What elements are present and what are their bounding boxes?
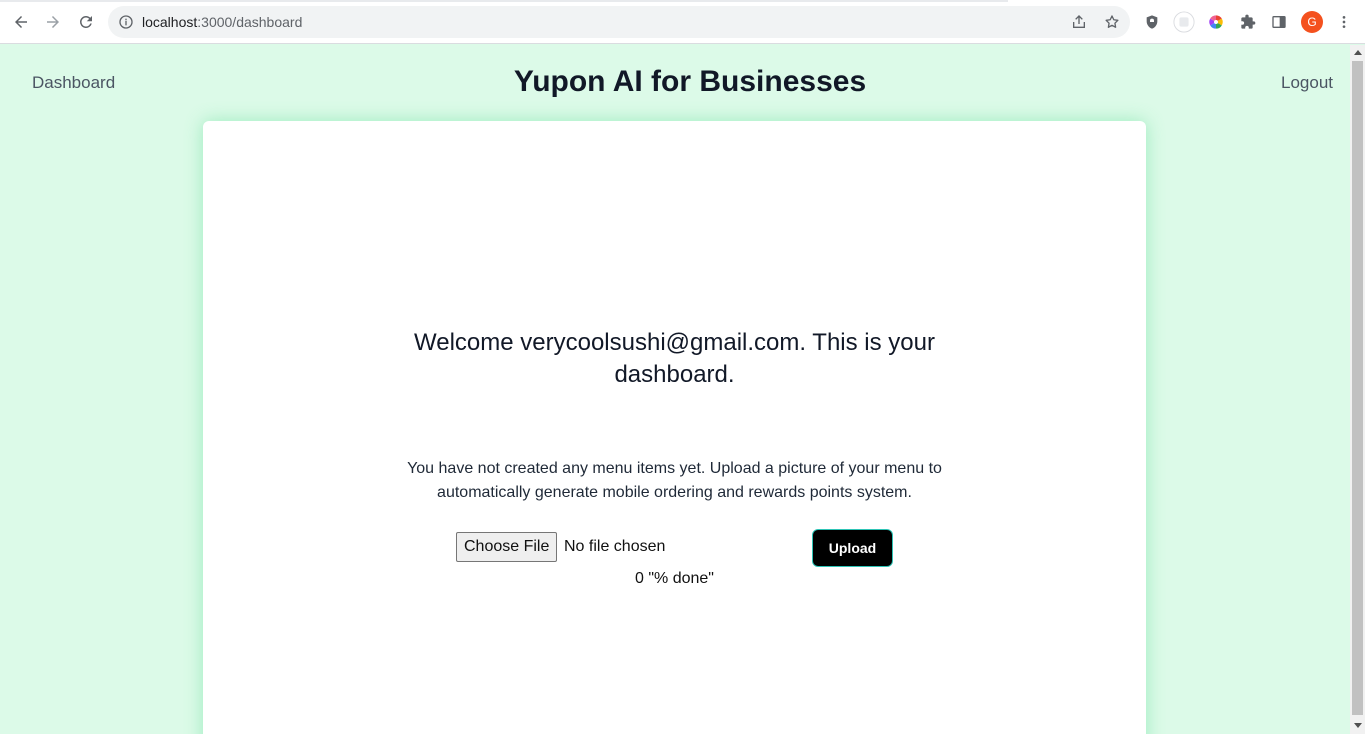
tab-strip-edge xyxy=(0,0,1008,2)
info-icon[interactable] xyxy=(118,14,134,30)
dashboard-card: Welcome verycoolsushi@gmail.com. This is… xyxy=(203,121,1146,734)
back-button[interactable] xyxy=(8,9,34,35)
logout-link[interactable]: Logout xyxy=(1281,73,1333,93)
scroll-thumb[interactable] xyxy=(1352,61,1363,715)
shield-extension-icon xyxy=(1146,15,1158,29)
empty-menu-notice: You have not created any menu items yet.… xyxy=(407,460,942,501)
upload-progress-text: 0 "% done" xyxy=(635,570,714,587)
color-wheel-extension-button[interactable] xyxy=(1205,11,1227,33)
extensions-menu-button[interactable] xyxy=(1237,11,1259,33)
forward-button[interactable] xyxy=(40,9,66,35)
upload-button[interactable]: Upload xyxy=(812,529,893,567)
scroll-up-arrow-icon[interactable] xyxy=(1354,50,1362,55)
url-host: localhost xyxy=(142,14,198,30)
color-wheel-extension-icon xyxy=(1209,15,1223,29)
extension-button[interactable] xyxy=(1173,11,1195,33)
vertical-scrollbar[interactable] xyxy=(1350,45,1365,734)
page-viewport: Dashboard Yupon AI for Businesses Logout… xyxy=(0,45,1350,734)
scroll-down-arrow-icon[interactable] xyxy=(1354,723,1362,728)
star-icon[interactable] xyxy=(1104,14,1120,30)
reload-button[interactable] xyxy=(73,9,99,35)
share-icon[interactable] xyxy=(1071,14,1087,30)
url-path: :3000/dashboard xyxy=(197,14,303,30)
address-bar[interactable]: localhost:3000/dashboard xyxy=(108,6,1130,38)
side-panel-button[interactable] xyxy=(1268,11,1290,33)
browser-toolbar: localhost:3000/dashboard G xyxy=(0,0,1365,44)
puzzle-icon xyxy=(1241,14,1256,29)
brand-title: Yupon AI for Businesses xyxy=(513,65,867,98)
extension-icon xyxy=(1173,11,1195,33)
more-vert-icon xyxy=(1342,16,1346,28)
forward-icon xyxy=(47,16,59,28)
url-text: localhost:3000/dashboard xyxy=(142,14,302,30)
side-panel-icon xyxy=(1272,16,1286,28)
file-status-text: No file chosen xyxy=(564,538,666,555)
back-icon xyxy=(15,16,27,28)
browser-menu-button[interactable] xyxy=(1333,11,1355,33)
choose-file-button[interactable]: Choose File xyxy=(456,532,558,562)
profile-avatar[interactable]: G xyxy=(1301,11,1323,33)
welcome-heading: Welcome verycoolsushi@gmail.com. This is… xyxy=(414,329,935,388)
shield-extension-button[interactable] xyxy=(1141,11,1163,33)
reload-icon xyxy=(79,15,92,28)
